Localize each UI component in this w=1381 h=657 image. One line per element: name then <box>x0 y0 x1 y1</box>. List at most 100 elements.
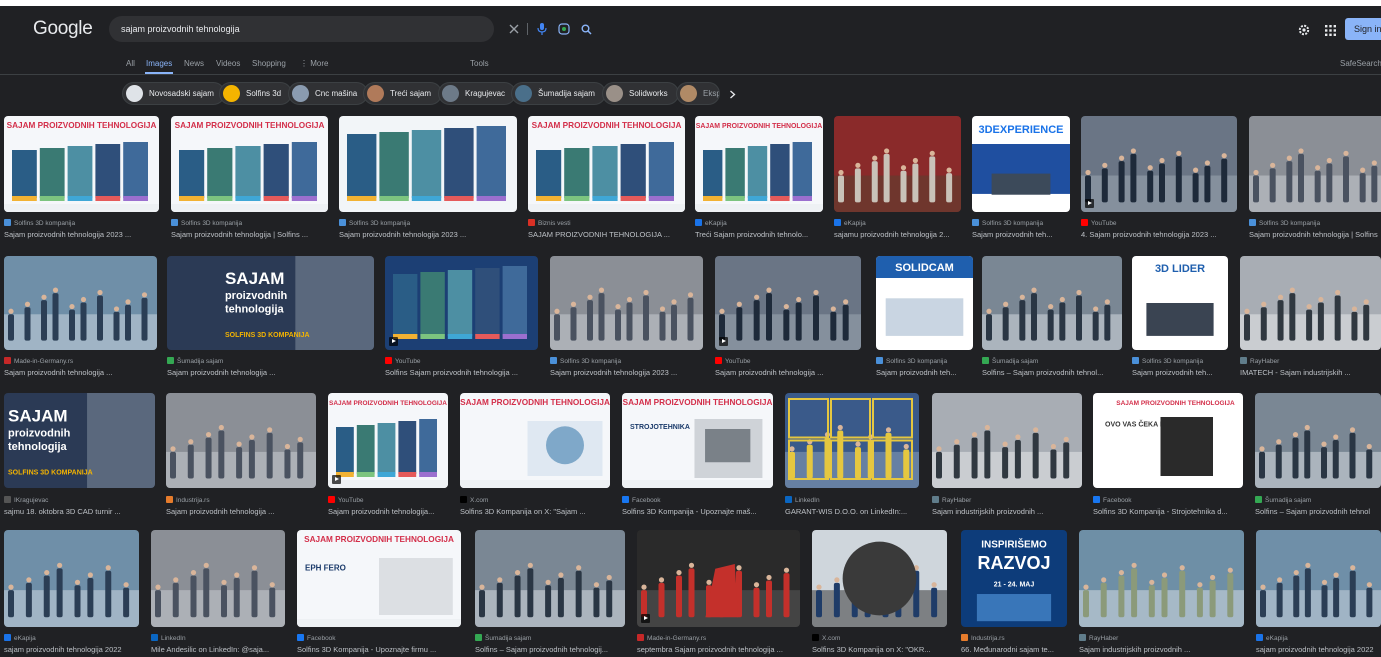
result-thumbnail[interactable] <box>1256 530 1381 627</box>
result-source[interactable]: IKragujevac <box>4 496 155 504</box>
result-thumbnail[interactable]: 3D LIDER <box>1132 256 1228 350</box>
result-thumbnail[interactable]: OVO VAS ČEKA NA SAJMU! SAJAM PROIZVODNIH … <box>1093 393 1243 488</box>
result-thumbnail[interactable] <box>166 393 316 488</box>
chip-treci-sajam[interactable]: Treći sajam <box>363 82 443 105</box>
result-source[interactable]: Facebook <box>297 634 461 642</box>
sign-in-button[interactable]: Sign in <box>1345 18 1381 40</box>
chip-ekspo[interactable]: Ekspo <box>676 82 720 105</box>
result-thumbnail[interactable] <box>637 530 800 627</box>
result-source[interactable]: Made-in-Germany.rs <box>4 357 157 365</box>
result-title-link[interactable]: septembra Sajam proizvodnih tehnologija … <box>637 645 800 654</box>
result-thumbnail[interactable] <box>385 256 538 350</box>
result-source[interactable]: Solfins 3D kompanija <box>1249 219 1381 227</box>
result-thumbnail[interactable]: SAJAM PROIZVODNIH TEHNOLOGIJA <box>695 116 823 212</box>
result-source[interactable]: Biznis vesti <box>528 219 685 227</box>
search-input[interactable] <box>121 20 391 38</box>
chevron-right-icon[interactable] <box>725 87 739 101</box>
result-title-link[interactable]: GARANT-WIS D.O.O. on LinkedIn:... <box>785 507 919 516</box>
result-title-link[interactable]: 4. Sajam proizvodnih tehnologija 2023 ..… <box>1081 230 1237 239</box>
result-source[interactable]: Solfins 3D kompanija <box>4 219 159 227</box>
lens-icon[interactable] <box>555 20 573 38</box>
result-title-link[interactable]: Sajam industrijskih proizvodnih ... <box>932 507 1082 516</box>
result-source[interactable]: Solfins 3D kompanija <box>1132 357 1228 365</box>
result-title-link[interactable]: 66. Međunarodni sajam te... <box>961 645 1067 654</box>
result-source[interactable]: YouTube <box>385 357 538 365</box>
result-source[interactable]: RayHaber <box>1240 357 1381 365</box>
result-source[interactable]: eKapija <box>834 219 961 227</box>
tools-button[interactable]: Tools <box>470 59 489 68</box>
result-thumbnail[interactable]: SAJAM PROIZVODNIH TEHNOLOGIJA <box>4 116 159 212</box>
tab-shopping[interactable]: Shopping <box>252 59 286 68</box>
result-source[interactable]: eKapija <box>695 219 823 227</box>
result-source[interactable]: Industrija.rs <box>961 634 1067 642</box>
result-source[interactable]: X.com <box>812 634 947 642</box>
settings-gear-icon[interactable] <box>1296 22 1312 38</box>
result-source[interactable]: Solfins 3D kompanija <box>171 219 328 227</box>
result-thumbnail[interactable] <box>1081 116 1237 212</box>
result-thumbnail[interactable]: SAJAM PROIZVODNIH TEHNOLOGIJA <box>328 393 448 488</box>
result-source[interactable]: Solfins 3D kompanija <box>550 357 703 365</box>
chip-novosadski-sajam[interactable]: Novosadski sajam <box>122 82 225 105</box>
result-source[interactable]: RayHaber <box>932 496 1082 504</box>
result-title-link[interactable]: IMATECH - Sajam industrijskih ... <box>1240 368 1381 377</box>
result-thumbnail[interactable]: SAJAM PROIZVODNIH TEHNOLOGIJA <box>528 116 685 212</box>
result-title-link[interactable]: Solfins 3D Kompanija - Strojotehnika d..… <box>1093 507 1243 516</box>
result-title-link[interactable]: Solfins – Sajam proizvodnih tehnologij..… <box>475 645 625 654</box>
result-title-link[interactable]: Sajam proizvodnih tehnologija 2023 ... <box>339 230 517 239</box>
result-thumbnail[interactable]: SAJAM PROIZVODNIH TEHNOLOGIJA EPH FERO <box>297 530 461 627</box>
result-thumbnail[interactable]: SAJAM PROIZVODNIH TEHNOLOGIJA STROJOTEHNI… <box>622 393 773 488</box>
result-title-link[interactable]: sajam proizvodnih tehnologija 2022 <box>1256 645 1381 654</box>
result-source[interactable]: YouTube <box>715 357 861 365</box>
result-thumbnail[interactable]: SOLIDCAM <box>876 256 973 350</box>
result-title-link[interactable]: Solfins 3D Kompanija on X: "Sajam ... <box>460 507 610 516</box>
result-title-link[interactable]: Sajam proizvodnih tehnologija | Solfins <box>1249 230 1381 239</box>
result-source[interactable]: eKapija <box>1256 634 1381 642</box>
chip-solfins-3d[interactable]: Solfins 3d <box>219 82 293 105</box>
chip-cnc-masina[interactable]: Cnc mašina <box>288 82 369 105</box>
chip-kragujevac[interactable]: Kragujevac <box>438 82 517 105</box>
result-source[interactable]: LinkedIn <box>151 634 285 642</box>
result-source[interactable]: eKapija <box>4 634 139 642</box>
result-title-link[interactable]: Solfins Sajam proizvodnih tehnologija ..… <box>385 368 538 377</box>
result-title-link[interactable]: Sajam proizvodnih tehnologija... <box>328 507 448 516</box>
clear-icon[interactable] <box>505 20 523 38</box>
tab-images[interactable]: Images <box>146 59 172 68</box>
apps-grid-icon[interactable] <box>1322 22 1338 38</box>
result-thumbnail[interactable] <box>812 530 947 627</box>
result-source[interactable]: Solfins 3D kompanija <box>339 219 517 227</box>
result-source[interactable]: Facebook <box>1093 496 1243 504</box>
result-title-link[interactable]: Sajam proizvodnih tehnologija ... <box>167 368 374 377</box>
result-title-link[interactable]: sajam proizvodnih tehnologija 2022 <box>4 645 139 654</box>
result-source[interactable]: Facebook <box>622 496 773 504</box>
result-source[interactable]: Solfins 3D kompanija <box>972 219 1070 227</box>
tab-news[interactable]: News <box>184 59 204 68</box>
result-title-link[interactable]: Sajam proizvodnih teh... <box>876 368 973 377</box>
result-source[interactable]: YouTube <box>1081 219 1237 227</box>
result-thumbnail[interactable] <box>1079 530 1244 627</box>
microphone-icon[interactable] <box>533 20 551 38</box>
result-title-link[interactable]: Solfins 3D Kompanija - Upoznajte firmu .… <box>297 645 461 654</box>
result-thumbnail[interactable] <box>834 116 961 212</box>
result-source[interactable]: RayHaber <box>1079 634 1244 642</box>
result-thumbnail[interactable] <box>151 530 285 627</box>
result-thumbnail[interactable] <box>550 256 703 350</box>
result-title-link[interactable]: Sajam proizvodnih teh... <box>1132 368 1228 377</box>
result-title-link[interactable]: Sajam industrijskih proizvodnih ... <box>1079 645 1244 654</box>
result-source[interactable]: Šumadija sajam <box>982 357 1122 365</box>
chip-solidworks[interactable]: Solidworks <box>602 82 679 105</box>
tab-more[interactable]: ⋮ More <box>300 59 328 68</box>
result-title-link[interactable]: Solfins 3D Kompanija - Upoznajte maš... <box>622 507 773 516</box>
result-thumbnail[interactable] <box>932 393 1082 488</box>
search-box[interactable] <box>109 16 592 42</box>
result-title-link[interactable]: Treći Sajam proizvodnih tehnolo... <box>695 230 823 239</box>
tab-videos[interactable]: Videos <box>216 59 240 68</box>
result-title-link[interactable]: Solfins 3D Kompanija on X: "OKR... <box>812 645 947 654</box>
result-title-link[interactable]: Solfins – Sajam proizvodnih tehnol... <box>982 368 1122 377</box>
result-title-link[interactable]: Sajam proizvodnih tehnologija | Solfins … <box>171 230 328 239</box>
result-source[interactable]: Industrija.rs <box>166 496 316 504</box>
result-thumbnail[interactable] <box>4 530 139 627</box>
result-thumbnail[interactable] <box>339 116 517 212</box>
result-thumbnail[interactable] <box>1240 256 1381 350</box>
google-logo[interactable]: Google <box>33 18 93 40</box>
tab-all[interactable]: All <box>126 59 135 68</box>
